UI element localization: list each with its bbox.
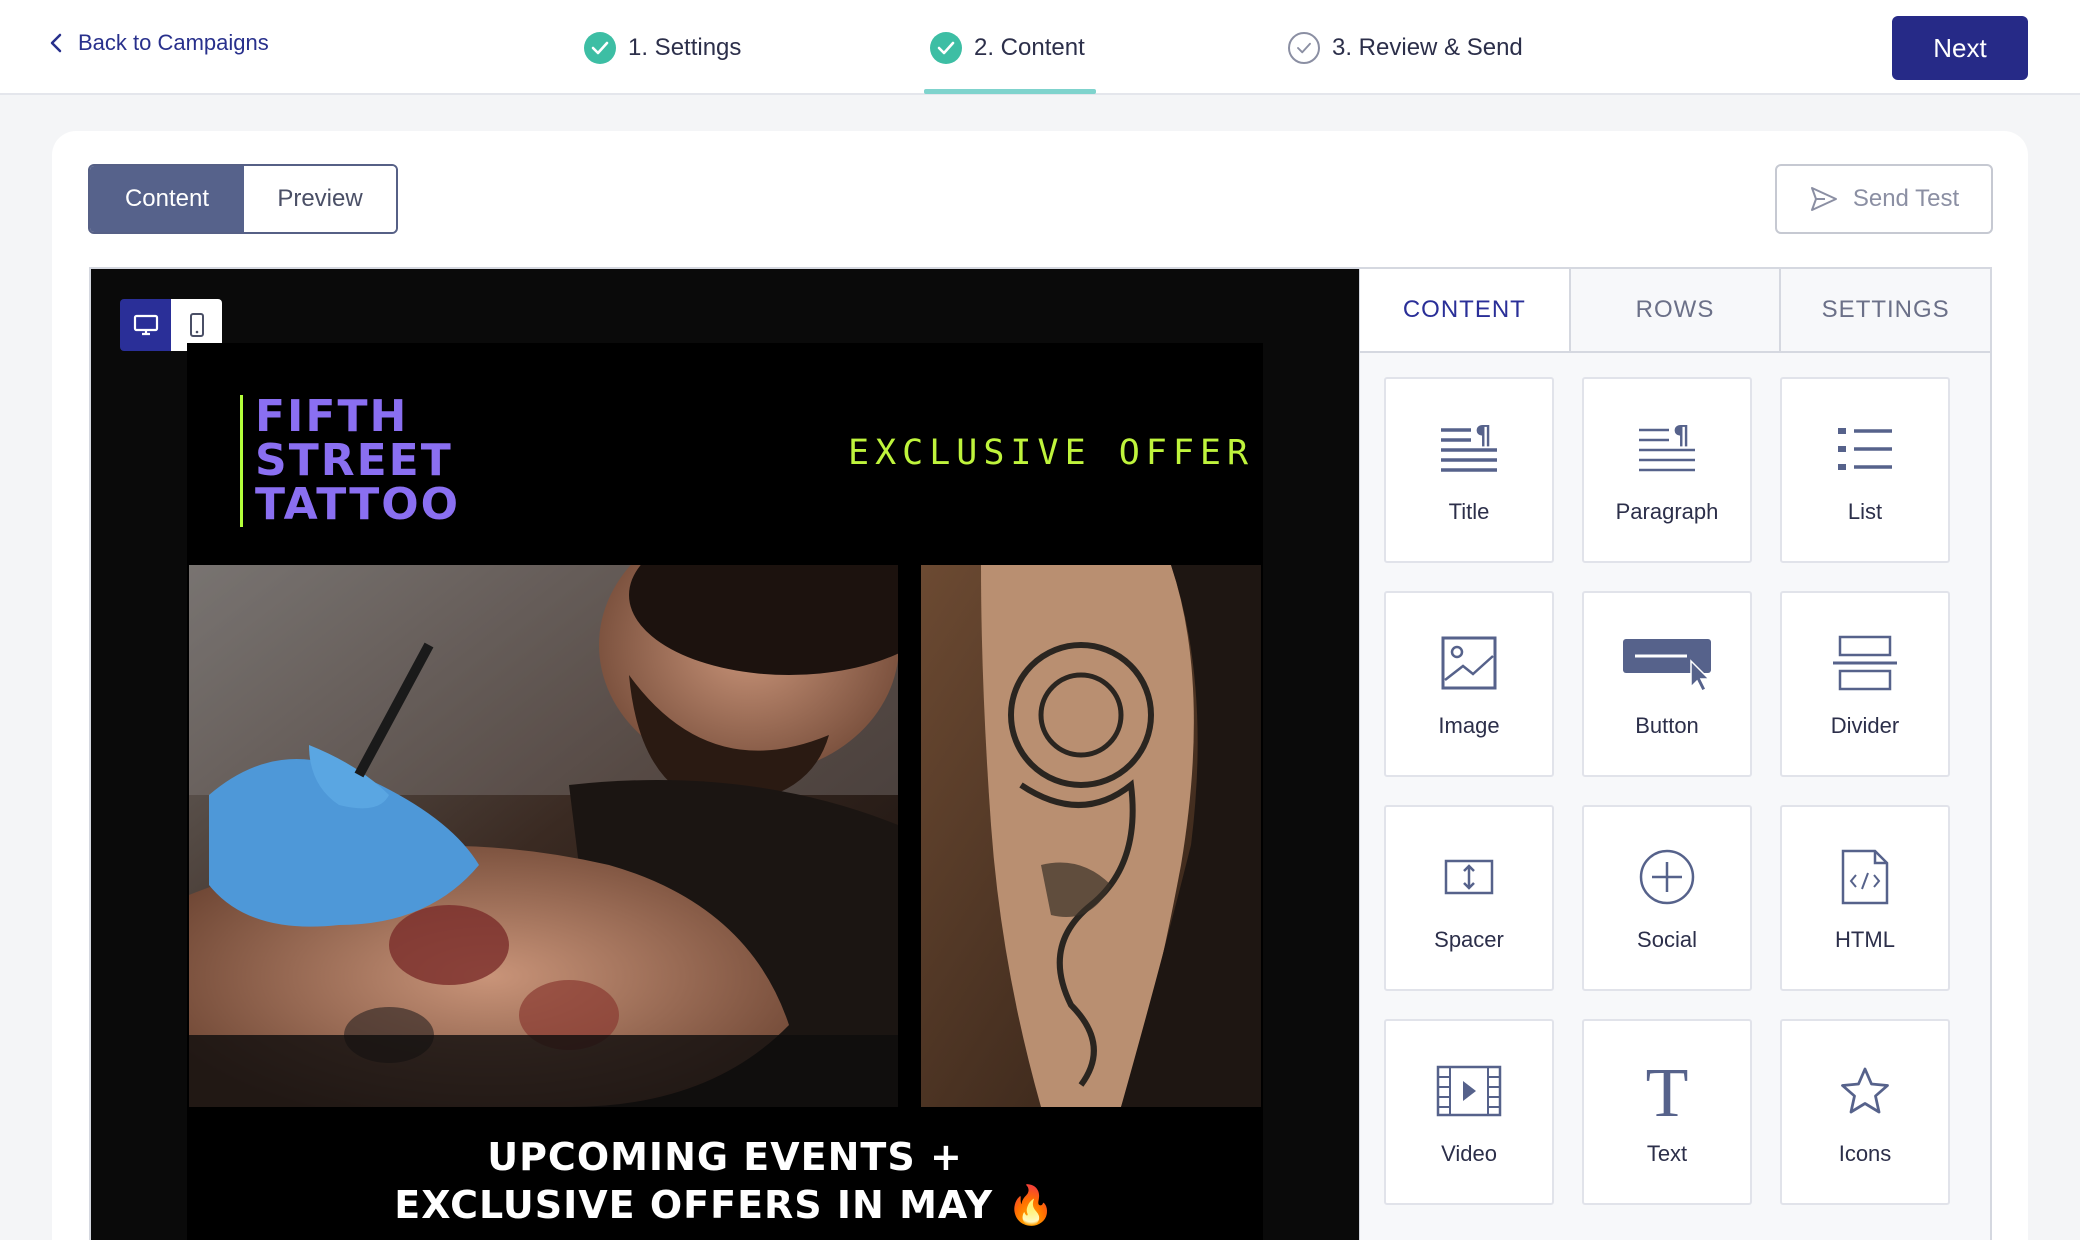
headline-line: UPCOMING EVENTS +	[487, 1135, 963, 1179]
block-title[interactable]: ¶ Title	[1384, 377, 1554, 563]
tattoo-artist-photo[interactable]	[189, 565, 898, 1107]
block-image[interactable]: Image	[1384, 591, 1554, 777]
email-preview: FIFTH STREET TATTOO EXCLUSIVE OFFER UPCO…	[187, 343, 1263, 1240]
back-to-campaigns-link[interactable]: Back to Campaigns	[48, 30, 269, 56]
email-canvas[interactable]: FIFTH STREET TATTOO EXCLUSIVE OFFER UPCO…	[89, 267, 1361, 1240]
brand-line: FIFTH	[255, 391, 409, 442]
block-label: Paragraph	[1615, 499, 1719, 524]
block-social[interactable]: Social	[1582, 805, 1752, 991]
step-label: 3. Review & Send	[1332, 34, 1523, 61]
svg-text:¶: ¶	[1475, 424, 1492, 451]
chevron-left-icon	[50, 33, 62, 53]
step-settings[interactable]: 1. Settings	[584, 30, 741, 66]
block-spacer[interactable]: Spacer	[1384, 805, 1554, 991]
block-list[interactable]: List	[1780, 377, 1950, 563]
social-icon	[1638, 847, 1696, 907]
brand-logo: FIFTH STREET TATTOO	[240, 395, 460, 527]
mode-toggle: Content Preview	[88, 164, 398, 234]
tab-settings[interactable]: SETTINGS	[1779, 269, 1991, 351]
block-label: HTML	[1835, 927, 1895, 952]
mobile-icon	[189, 313, 204, 337]
brand-line: TATTOO	[255, 479, 461, 530]
email-headline: UPCOMING EVENTS + EXCLUSIVE OFFERS IN MA…	[187, 1133, 1263, 1229]
send-test-button[interactable]: Send Test	[1775, 164, 1993, 234]
step-label: 2. Content	[974, 34, 1085, 61]
back-label: Back to Campaigns	[78, 30, 269, 55]
side-panel-tabs: CONTENT ROWS SETTINGS	[1360, 269, 1991, 353]
block-label: Social	[1637, 927, 1697, 952]
text-icon: T	[1642, 1061, 1692, 1121]
arm-tattoo-photo[interactable]	[921, 565, 1261, 1107]
block-label: Text	[1646, 1141, 1688, 1166]
block-label: Title	[1448, 499, 1490, 524]
title-icon: ¶	[1439, 419, 1499, 479]
tab-rows[interactable]: ROWS	[1568, 269, 1780, 351]
spacer-icon	[1444, 847, 1494, 907]
block-paragraph[interactable]: ¶ Paragraph	[1582, 377, 1752, 563]
star-icon	[1839, 1061, 1891, 1121]
tab-content[interactable]: CONTENT	[1360, 269, 1569, 351]
list-icon	[1836, 419, 1894, 479]
content-mode-tab[interactable]: Content	[90, 166, 244, 232]
editor-panel: Content Preview Send Test FIFTH STREET T…	[52, 131, 2028, 1240]
top-bar: Back to Campaigns 1. Settings 2. Content…	[0, 0, 2080, 95]
preview-mode-tab[interactable]: Preview	[244, 166, 396, 232]
check-circle-icon	[584, 32, 616, 64]
block-label: List	[1847, 499, 1883, 524]
step-content[interactable]: 2. Content	[930, 30, 1085, 66]
video-icon	[1436, 1061, 1502, 1121]
block-label: Divider	[1830, 713, 1900, 738]
divider-icon	[1831, 633, 1899, 693]
block-divider[interactable]: Divider	[1780, 591, 1950, 777]
block-label: Image	[1438, 713, 1500, 738]
button-icon	[1621, 633, 1713, 693]
block-button[interactable]: Button	[1582, 591, 1752, 777]
paragraph-icon: ¶	[1637, 419, 1697, 479]
svg-text:¶: ¶	[1673, 424, 1690, 451]
html-icon	[1841, 847, 1889, 907]
active-step-indicator	[924, 89, 1096, 94]
exclusive-offer-text: EXCLUSIVE OFFER	[848, 433, 1255, 473]
block-label: Icons	[1838, 1141, 1892, 1166]
content-side-panel: CONTENT ROWS SETTINGS ¶ Title ¶ Paragrap…	[1360, 267, 1992, 1240]
brand-line: STREET	[255, 435, 453, 486]
block-label: Video	[1441, 1141, 1497, 1166]
svg-text:T: T	[1646, 1062, 1689, 1120]
block-text[interactable]: T Text	[1582, 1019, 1752, 1205]
content-blocks-grid: ¶ Title ¶ Paragraph List Image Button Di…	[1384, 377, 1950, 1205]
desktop-view-button[interactable]	[120, 299, 171, 351]
step-label: 1. Settings	[628, 34, 742, 61]
block-html[interactable]: HTML	[1780, 805, 1950, 991]
check-circle-icon	[930, 32, 962, 64]
image-icon	[1441, 633, 1497, 693]
block-video[interactable]: Video	[1384, 1019, 1554, 1205]
block-label: Button	[1635, 713, 1699, 738]
next-button[interactable]: Next	[1892, 16, 2028, 80]
block-icons[interactable]: Icons	[1780, 1019, 1950, 1205]
fire-emoji: 🔥	[1007, 1183, 1056, 1227]
send-icon	[1810, 187, 1837, 211]
send-test-label: Send Test	[1852, 185, 1960, 212]
step-review-send[interactable]: 3. Review & Send	[1288, 30, 1523, 66]
headline-line: EXCLUSIVE OFFERS IN MAY	[394, 1183, 994, 1227]
desktop-icon	[133, 314, 158, 336]
block-label: Spacer	[1434, 927, 1504, 952]
check-circle-outline-icon	[1288, 32, 1320, 64]
